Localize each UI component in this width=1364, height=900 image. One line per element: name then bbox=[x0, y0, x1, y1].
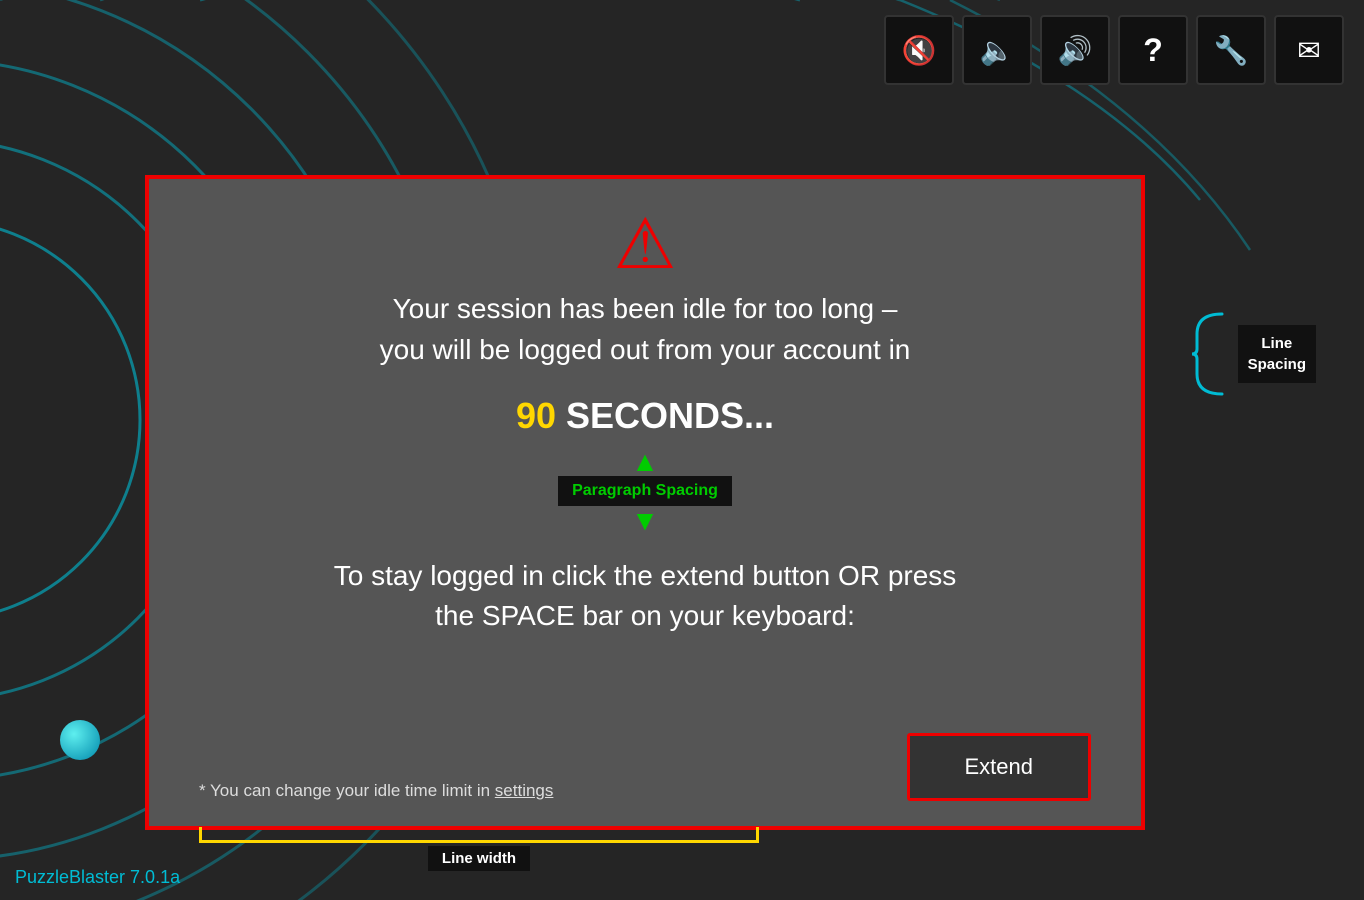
settings-note: * You can change your idle time limit in… bbox=[199, 781, 553, 801]
line-width-annotation: Line width bbox=[199, 827, 759, 871]
line-spacing-brace-icon bbox=[1187, 309, 1232, 399]
line-width-label: Line width bbox=[428, 846, 530, 871]
mute-icon: 🔇 bbox=[902, 34, 937, 67]
settings-note-area: * You can change your idle time limit in… bbox=[199, 781, 553, 801]
volume-high-button[interactable]: 🔊 bbox=[1040, 15, 1110, 85]
idle-message: Your session has been idle for too long … bbox=[380, 289, 911, 370]
idle-timeout-modal: ⚠ Your session has been idle for too lon… bbox=[145, 175, 1145, 830]
volume-high-icon: 🔊 bbox=[1058, 34, 1093, 67]
extend-button[interactable]: Extend bbox=[907, 733, 1092, 801]
seconds-countdown: 90 SECONDS... bbox=[516, 395, 774, 437]
help-icon: ? bbox=[1143, 32, 1163, 69]
paragraph-spacing-annotation: ▲ Paragraph Spacing ▼ bbox=[516, 449, 774, 533]
volume-low-icon: 🔈 bbox=[980, 34, 1015, 67]
stay-logged-in-message: To stay logged in click the extend butto… bbox=[334, 556, 957, 637]
paragraph-spacing-label: Paragraph Spacing bbox=[558, 476, 732, 506]
cyan-ball-decoration bbox=[60, 720, 100, 760]
line-spacing-label: LineSpacing bbox=[1238, 325, 1316, 383]
settings-link[interactable]: settings bbox=[495, 781, 554, 800]
seconds-label: SECONDS... bbox=[556, 395, 774, 436]
seconds-section: 90 SECONDS... ▲ Paragraph Spacing ▼ bbox=[516, 395, 774, 537]
line-width-bracket bbox=[199, 827, 759, 843]
version-text: PuzzleBlaster 7.0.1a bbox=[15, 867, 180, 888]
seconds-number: 90 bbox=[516, 395, 556, 436]
paragraph-spacing-arrow-down: ▼ bbox=[631, 508, 659, 533]
warning-icon: ⚠ bbox=[614, 209, 677, 279]
settings-button[interactable]: 🔧 bbox=[1196, 15, 1266, 85]
wrench-icon: 🔧 bbox=[1214, 34, 1249, 67]
help-button[interactable]: ? bbox=[1118, 15, 1188, 85]
mute-button[interactable]: 🔇 bbox=[884, 15, 954, 85]
modal-bottom-area: * You can change your idle time limit in… bbox=[199, 718, 1091, 801]
toolbar: 🔇 🔈 🔊 ? 🔧 ✉ bbox=[884, 15, 1344, 85]
volume-low-button[interactable]: 🔈 bbox=[962, 15, 1032, 85]
email-icon: ✉ bbox=[1297, 34, 1320, 67]
email-button[interactable]: ✉ bbox=[1274, 15, 1344, 85]
paragraph-spacing-arrow-up: ▲ bbox=[631, 449, 659, 474]
line-spacing-annotation: LineSpacing bbox=[1187, 309, 1316, 399]
